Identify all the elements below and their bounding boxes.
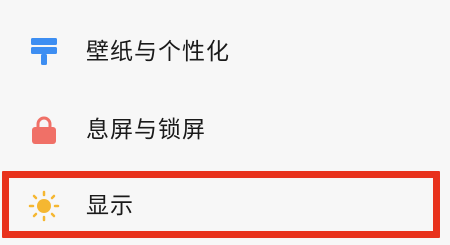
highlight-box xyxy=(2,171,440,238)
lock-icon xyxy=(28,114,60,146)
settings-item-label: 息屏与锁屏 xyxy=(86,116,206,143)
settings-item-label: 壁纸与个性化 xyxy=(86,38,230,65)
wallpaper-brush-icon xyxy=(28,36,60,68)
settings-item-wallpaper[interactable]: 壁纸与个性化 xyxy=(0,22,450,82)
settings-list: 壁纸与个性化 息屏与锁屏 显示 xyxy=(0,0,450,245)
settings-item-lockscreen[interactable]: 息屏与锁屏 xyxy=(0,100,450,160)
